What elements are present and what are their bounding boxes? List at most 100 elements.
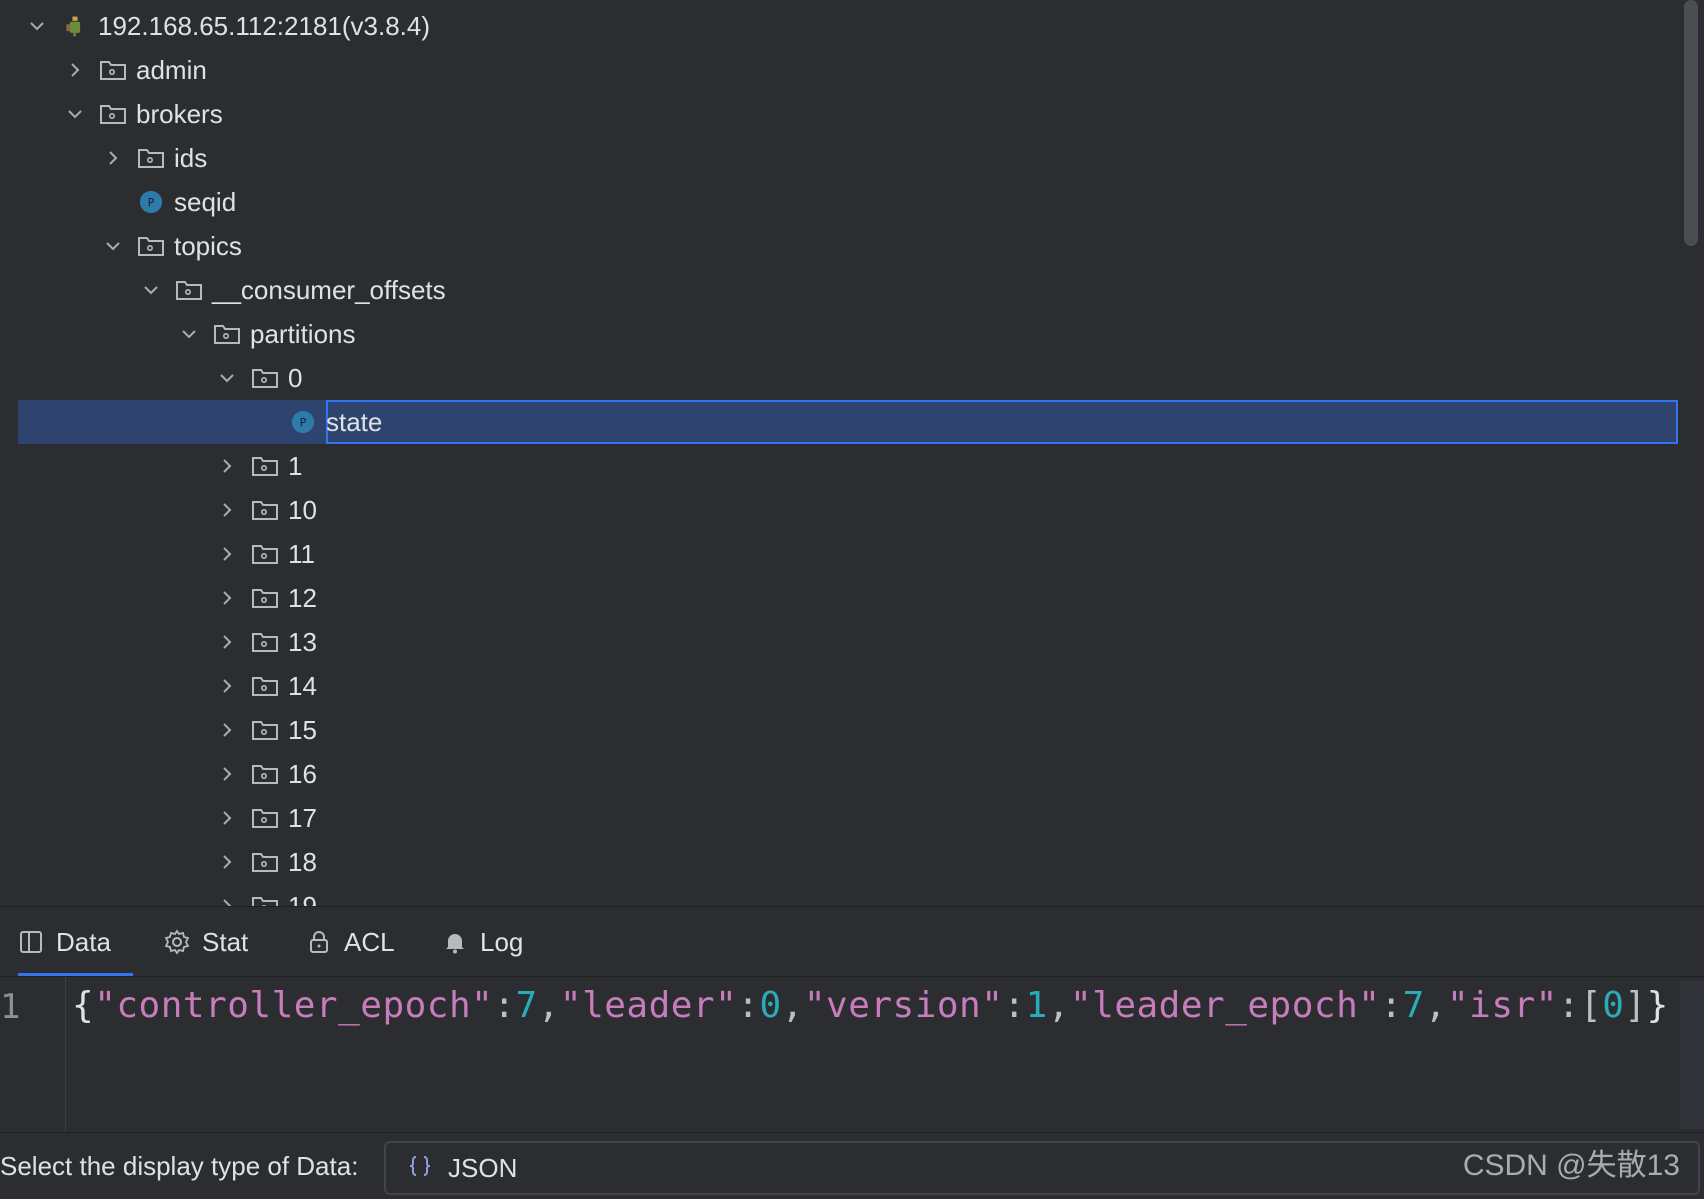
tree-node[interactable]: Pseqid [18, 180, 1678, 224]
chevron-right-icon[interactable] [216, 631, 238, 653]
tree-node[interactable]: 15 [18, 708, 1678, 752]
tree-node-label: ids [174, 136, 207, 180]
tree-node-label: 18 [288, 840, 317, 884]
tab-log[interactable]: Log [442, 907, 523, 977]
tree-node[interactable]: 13 [18, 620, 1678, 664]
tree-node[interactable]: topics [18, 224, 1678, 268]
tab-stat[interactable]: Stat [164, 907, 248, 977]
json-token-punct: [ [1580, 985, 1602, 1026]
json-token-key: "version" [804, 985, 1004, 1026]
tree-node-label: 0 [288, 356, 302, 400]
chevron-down-icon[interactable] [178, 323, 200, 345]
tree-node[interactable]: partitions [18, 312, 1678, 356]
zookeeper-tree[interactable]: 192.168.65.112:2181(v3.8.4)adminbrokersi… [0, 0, 1704, 906]
chevron-down-icon[interactable] [26, 15, 48, 37]
bell-icon [442, 929, 480, 955]
folder-icon [212, 320, 242, 348]
folder-icon [250, 848, 280, 876]
chevron-down-icon[interactable] [140, 279, 162, 301]
json-token-brace: } [1647, 985, 1669, 1026]
code-line[interactable]: {"controller_epoch":7,"leader":0,"versio… [72, 985, 1669, 1026]
tree-node[interactable]: admin [18, 48, 1678, 92]
json-token-punct: : [737, 985, 759, 1026]
tree-node[interactable]: 11 [18, 532, 1678, 576]
chevron-right-icon[interactable] [216, 807, 238, 829]
tree-node[interactable]: ids [18, 136, 1678, 180]
tree-node[interactable]: 12 [18, 576, 1678, 620]
folder-icon [250, 364, 280, 392]
json-token-key: "controller_epoch" [94, 985, 493, 1026]
svg-text:P: P [300, 416, 307, 429]
tree-node-selected[interactable]: Pstate [18, 400, 1678, 444]
folder-icon [250, 760, 280, 788]
folder-icon [250, 892, 280, 906]
chevron-right-icon[interactable] [216, 455, 238, 477]
tab-label: Stat [202, 927, 248, 958]
tree-scrollbar[interactable] [1684, 0, 1698, 246]
tree-node-label: 1 [288, 444, 302, 488]
persistent-node-icon: P [288, 408, 318, 436]
folder-icon [174, 276, 204, 304]
tree-node[interactable]: 17 [18, 796, 1678, 840]
tree-node[interactable]: 1 [18, 444, 1678, 488]
tree-node[interactable]: brokers [18, 92, 1678, 136]
json-token-punct: , [782, 985, 804, 1026]
braces-icon [386, 1152, 448, 1185]
tree-node[interactable]: 18 [18, 840, 1678, 884]
tab-label: ACL [344, 927, 395, 958]
tab-label: Log [480, 927, 523, 958]
tree-node-label: 11 [288, 532, 315, 576]
json-token-key: "leader" [560, 985, 737, 1026]
chevron-down-icon[interactable] [64, 103, 86, 125]
json-token-punct: , [538, 985, 560, 1026]
chevron-right-icon[interactable] [216, 675, 238, 697]
json-token-punct: , [1425, 985, 1447, 1026]
chevron-down-icon[interactable] [102, 235, 124, 257]
json-token-key: "isr" [1447, 985, 1558, 1026]
tab-acl[interactable]: ACL [306, 907, 395, 977]
data-editor[interactable]: 1 {"controller_epoch":7,"leader":0,"vers… [0, 976, 1704, 1132]
tree-node-label: brokers [136, 92, 223, 136]
tree-node[interactable]: 19 [18, 884, 1678, 906]
json-token-punct: : [1558, 985, 1580, 1026]
chevron-right-icon[interactable] [64, 59, 86, 81]
tree-node-label: seqid [174, 180, 236, 224]
lock-icon [306, 929, 344, 955]
tree-node[interactable]: 192.168.65.112:2181(v3.8.4) [18, 4, 1678, 48]
json-token-num: 7 [1403, 985, 1425, 1026]
tree-node[interactable]: 0 [18, 356, 1678, 400]
editor-scrollbar[interactable] [1680, 981, 1704, 1129]
chevron-right-icon[interactable] [216, 851, 238, 873]
json-token-punct: , [1048, 985, 1070, 1026]
json-token-brace: { [72, 985, 94, 1026]
tree-node-label: state [326, 400, 382, 444]
chevron-right-icon[interactable] [102, 147, 124, 169]
chevron-right-icon[interactable] [216, 719, 238, 741]
server-icon [60, 12, 90, 40]
chevron-right-icon[interactable] [216, 543, 238, 565]
tree-node[interactable]: 10 [18, 488, 1678, 532]
tree-node[interactable]: __consumer_offsets [18, 268, 1678, 312]
chevron-right-icon[interactable] [216, 763, 238, 785]
tree-node[interactable]: 16 [18, 752, 1678, 796]
folder-icon [250, 584, 280, 612]
json-token-num: 1 [1026, 985, 1048, 1026]
display-type-bar: Select the display type of Data: JSON CS… [0, 1132, 1704, 1198]
tree-node-label: 12 [288, 576, 317, 620]
folder-icon [98, 100, 128, 128]
folder-icon [250, 716, 280, 744]
chevron-right-icon[interactable] [216, 499, 238, 521]
panel-icon [18, 929, 56, 955]
chevron-down-icon[interactable] [216, 367, 238, 389]
chevron-right-icon[interactable] [216, 895, 238, 906]
tree-node[interactable]: 14 [18, 664, 1678, 708]
json-token-punct: : [1380, 985, 1402, 1026]
chevron-right-icon[interactable] [216, 587, 238, 609]
folder-icon [250, 452, 280, 480]
persistent-node-icon: P [136, 188, 166, 216]
tab-data[interactable]: Data [18, 907, 133, 977]
display-type-value: JSON [448, 1153, 517, 1184]
svg-text:P: P [148, 196, 155, 209]
selection-outline [326, 400, 1678, 444]
folder-icon [98, 56, 128, 84]
